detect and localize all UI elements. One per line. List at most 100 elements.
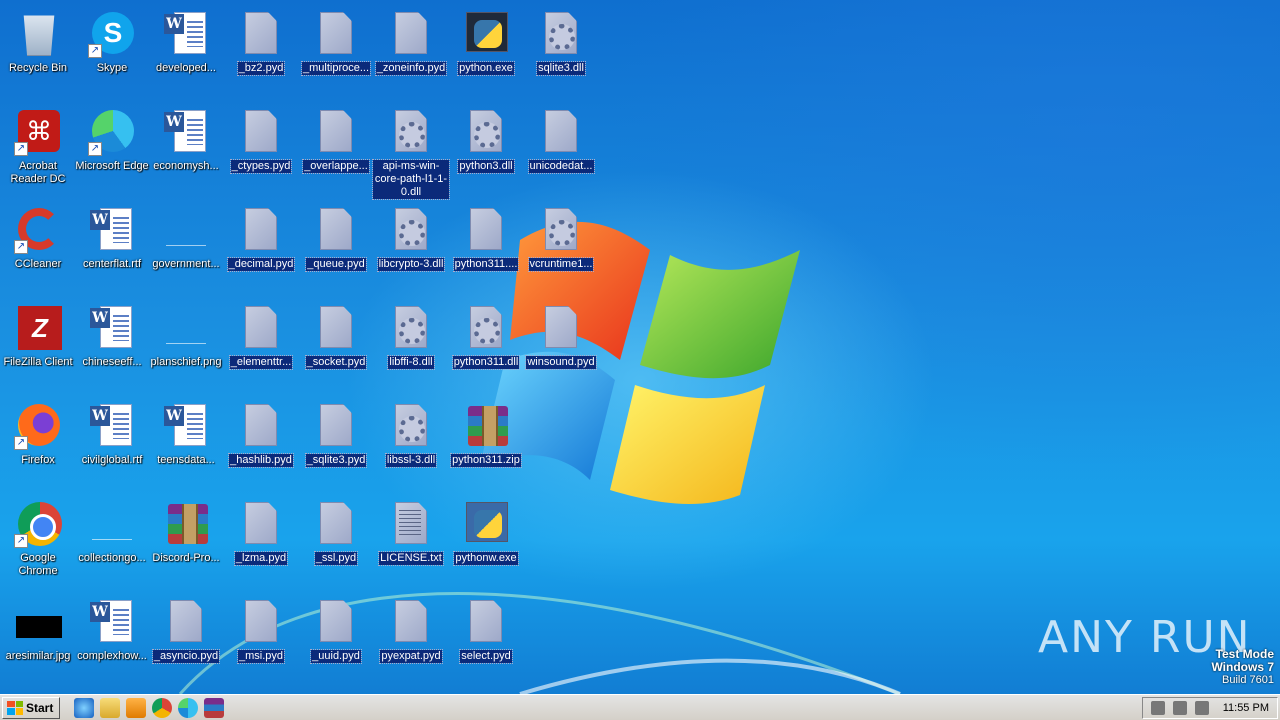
- complexhow-doc[interactable]: W complexhow...: [74, 590, 150, 686]
- decimal-pyd[interactable]: _decimal.pyd: [223, 198, 299, 294]
- ctypes-pyd[interactable]: _ctypes.pyd: [223, 100, 299, 196]
- multiprocessing-pyd[interactable]: _multiproce...: [298, 2, 374, 98]
- icon-label: _ssl.pyd: [313, 551, 359, 566]
- file-icon: [320, 600, 352, 642]
- edge-icon[interactable]: [178, 697, 199, 718]
- icon-label: libssl-3.dll: [384, 453, 438, 468]
- economysh-doc[interactable]: W economysh...: [148, 100, 224, 196]
- icon-label: libcrypto-3.dll: [376, 257, 446, 272]
- shortcut-arrow-icon: ↗: [14, 534, 28, 548]
- jpg-thumbnail-icon: [16, 616, 62, 638]
- acrobat-reader-shortcut[interactable]: ⌘ ↗ Acrobat Reader DC: [0, 100, 76, 196]
- bz2-pyd[interactable]: _bz2.pyd: [223, 2, 299, 98]
- media-player-icon[interactable]: [126, 697, 147, 718]
- select-pyd[interactable]: select.pyd: [448, 590, 524, 686]
- dll-icon: [399, 122, 425, 148]
- icon-label: Acrobat Reader DC: [10, 160, 66, 185]
- taskbar: Start 11:55 PM: [0, 694, 1280, 720]
- chrome-icon[interactable]: [152, 697, 173, 718]
- icon-label: economysh...: [153, 160, 219, 172]
- libcrypto-dll[interactable]: libcrypto-3.dll: [373, 198, 449, 294]
- ccleaner-shortcut[interactable]: ↗ CCleaner: [0, 198, 76, 294]
- file-icon: [245, 404, 277, 446]
- icon-label: Firefox: [21, 454, 55, 466]
- internet-explorer-icon[interactable]: [74, 697, 95, 718]
- sqlite3-dll[interactable]: sqlite3.dll: [523, 2, 599, 98]
- chrome-shortcut[interactable]: ↗ Google Chrome: [0, 492, 76, 588]
- volume-icon[interactable]: [1150, 700, 1165, 715]
- python311-dll[interactable]: python311.dll: [448, 296, 524, 392]
- file-explorer-icon[interactable]: [100, 697, 121, 718]
- planschief-png[interactable]: planschief.png: [148, 296, 224, 392]
- file-icon: [470, 600, 502, 642]
- collectiongo-file[interactable]: collectiongo...: [74, 492, 150, 588]
- dll-icon: [549, 24, 575, 50]
- uuid-pyd[interactable]: _uuid.pyd: [298, 590, 374, 686]
- file-icon: [245, 600, 277, 642]
- skype-shortcut[interactable]: S ↗ Skype: [74, 2, 150, 98]
- discord-pro-archive[interactable]: Discord-Pro...: [148, 492, 224, 588]
- license-txt[interactable]: LICENSE.txt: [373, 492, 449, 588]
- icon-label: python.exe: [457, 61, 515, 76]
- file-icon: [245, 502, 277, 544]
- icon-label: python3.dll: [457, 159, 515, 174]
- unicodedata-pyd[interactable]: unicodedat...: [523, 100, 599, 196]
- libffi-dll[interactable]: libffi-8.dll: [373, 296, 449, 392]
- icon-label: teensdata...: [157, 454, 215, 466]
- chineseeff-doc[interactable]: W chineseeff...: [74, 296, 150, 392]
- windows-flag-icon: [7, 700, 23, 715]
- recycle-bin-icon: [23, 15, 55, 56]
- icon-label: complexhow...: [77, 650, 147, 662]
- socket-pyd[interactable]: _socket.pyd: [298, 296, 374, 392]
- pyexpat-pyd[interactable]: pyexpat.pyd: [373, 590, 449, 686]
- icon-label: unicodedat...: [527, 159, 595, 174]
- python-exe[interactable]: python.exe: [448, 2, 524, 98]
- aresimilar-jpg[interactable]: aresimilar.jpg: [0, 590, 76, 686]
- recycle-bin[interactable]: Recycle Bin: [0, 2, 76, 98]
- elementtree-pyd[interactable]: _elementtr...: [223, 296, 299, 392]
- hashlib-pyd[interactable]: _hashlib.pyd: [223, 394, 299, 490]
- network-icon[interactable]: [1172, 700, 1187, 715]
- api-ms-win-core-path-dll[interactable]: api-ms-win-core-path-l1-1-0.dll: [372, 100, 450, 200]
- asyncio-pyd[interactable]: _asyncio.pyd: [148, 590, 224, 686]
- file-icon: [395, 600, 427, 642]
- file-icon: [320, 502, 352, 544]
- teensdata-doc[interactable]: W teensdata...: [148, 394, 224, 490]
- lzma-pyd[interactable]: _lzma.pyd: [223, 492, 299, 588]
- firefox-shortcut[interactable]: ↗ Firefox: [0, 394, 76, 490]
- python311-zip[interactable]: python311.zip: [448, 394, 524, 490]
- government-file[interactable]: government...: [148, 198, 224, 294]
- icon-label: vcruntime1...: [527, 257, 595, 272]
- zoneinfo-pyd[interactable]: _zoneinfo.pyd: [373, 2, 449, 98]
- icon-label: _multiproce...: [300, 61, 372, 76]
- shortcut-arrow-icon: ↗: [88, 142, 102, 156]
- shortcut-arrow-icon: ↗: [14, 436, 28, 450]
- shortcut-arrow-icon: ↗: [14, 142, 28, 156]
- icon-label: _sqlite3.pyd: [304, 453, 368, 468]
- pythonw-exe[interactable]: pythonw.exe: [448, 492, 524, 588]
- edge-shortcut[interactable]: ↗ Microsoft Edge: [74, 100, 150, 196]
- queue-pyd[interactable]: _queue.pyd: [298, 198, 374, 294]
- python3-dll[interactable]: python3.dll: [448, 100, 524, 196]
- icon-label: Recycle Bin: [8, 62, 68, 74]
- msi-pyd[interactable]: _msi.pyd: [223, 590, 299, 686]
- libssl-dll[interactable]: libssl-3.dll: [373, 394, 449, 490]
- icon-label: python311....: [452, 257, 520, 272]
- desktop[interactable]: Recycle Bin ⌘ ↗ Acrobat Reader DC ↗ CClea…: [0, 0, 1280, 694]
- ssl-pyd[interactable]: _ssl.pyd: [298, 492, 374, 588]
- action-center-flag-icon[interactable]: [1194, 700, 1209, 715]
- vcruntime-dll[interactable]: vcruntime1...: [523, 198, 599, 294]
- python311-file[interactable]: python311....: [448, 198, 524, 294]
- developed-doc[interactable]: W developed...: [148, 2, 224, 98]
- start-button[interactable]: Start: [2, 696, 61, 719]
- clock[interactable]: 11:55 PM: [1223, 702, 1269, 714]
- filezilla-shortcut[interactable]: Z FileZilla Client: [0, 296, 76, 392]
- sqlite3-pyd[interactable]: _sqlite3.pyd: [298, 394, 374, 490]
- centerflat-rtf[interactable]: W centerflat.rtf: [74, 198, 150, 294]
- overlapped-pyd[interactable]: _overlappe...: [298, 100, 374, 196]
- civilglobal-rtf[interactable]: W civilglobal.rtf: [74, 394, 150, 490]
- python-icon: [474, 510, 502, 538]
- winrar-icon[interactable]: [204, 697, 225, 718]
- file-icon: [320, 306, 352, 348]
- winsound-pyd[interactable]: winsound.pyd: [523, 296, 599, 392]
